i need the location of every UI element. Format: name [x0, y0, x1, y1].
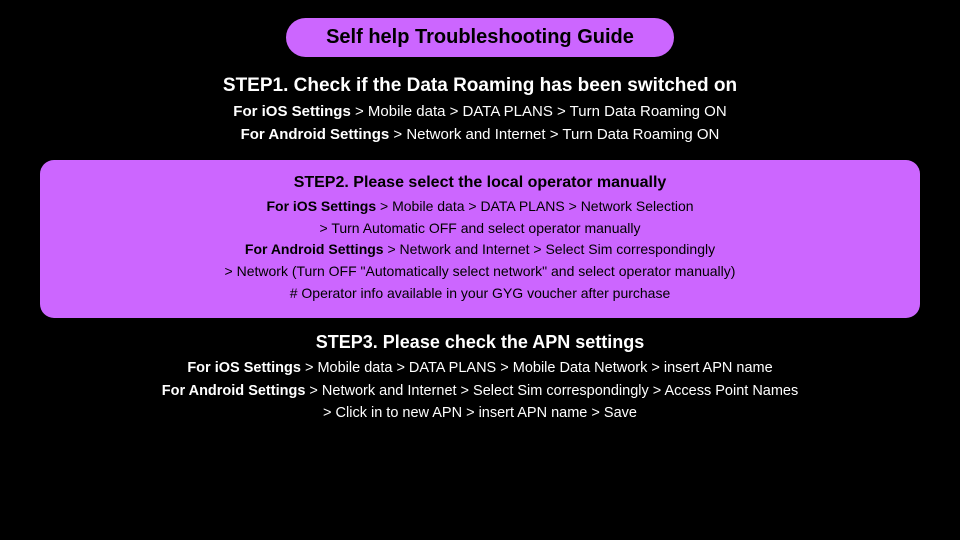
step2-box: STEP2. Please select the local operator …	[40, 160, 920, 318]
step2-ios-line2: > Turn Automatic OFF and select operator…	[70, 218, 890, 240]
step2-android-label: For Android Settings	[245, 241, 384, 257]
step1-android-line: For Android Settings > Network and Inter…	[40, 124, 920, 147]
step3-ios-label: For iOS Settings	[187, 360, 301, 376]
step3-ios-line: For iOS Settings > Mobile data > DATA PL…	[40, 357, 920, 379]
title-badge: Self help Troubleshooting Guide	[286, 18, 674, 57]
step2-android-line2: > Network (Turn OFF "Automatically selec…	[70, 261, 890, 283]
step1-ios-line: For iOS Settings > Mobile data > DATA PL…	[40, 101, 920, 124]
step3-heading: STEP3. Please check the APN settings	[40, 332, 920, 353]
step1-android-label: For Android Settings	[241, 126, 390, 143]
step3-ios-text: > Mobile data > DATA PLANS > Mobile Data…	[301, 360, 773, 376]
step3-android-line2: > Click in to new APN > insert APN name …	[40, 402, 920, 424]
step2-ios-text: > Mobile data > DATA PLANS > Network Sel…	[376, 198, 693, 214]
step1-section: STEP1. Check if the Data Roaming has bee…	[40, 75, 920, 146]
step2-android-line1: For Android Settings > Network and Inter…	[70, 239, 890, 261]
step2-ios-line1: For iOS Settings > Mobile data > DATA PL…	[70, 196, 890, 218]
step2-heading: STEP2. Please select the local operator …	[70, 174, 890, 192]
step3-android-label: For Android Settings	[162, 383, 306, 399]
step1-ios-label: For iOS Settings	[233, 103, 351, 120]
step1-heading: STEP1. Check if the Data Roaming has bee…	[40, 75, 920, 97]
step2-note: # Operator info available in your GYG vo…	[70, 283, 890, 305]
step1-android-text: > Network and Internet > Turn Data Roami…	[389, 126, 719, 143]
title-text: Self help Troubleshooting Guide	[326, 26, 634, 48]
step3-android-text: > Network and Internet > Select Sim corr…	[305, 383, 798, 399]
step2-android-text: > Network and Internet > Select Sim corr…	[384, 241, 716, 257]
step1-ios-text: > Mobile data > DATA PLANS > Turn Data R…	[351, 103, 727, 120]
step2-ios-label: For iOS Settings	[266, 198, 376, 214]
step3-section: STEP3. Please check the APN settings For…	[40, 332, 920, 424]
step3-android-line1: For Android Settings > Network and Inter…	[40, 380, 920, 402]
